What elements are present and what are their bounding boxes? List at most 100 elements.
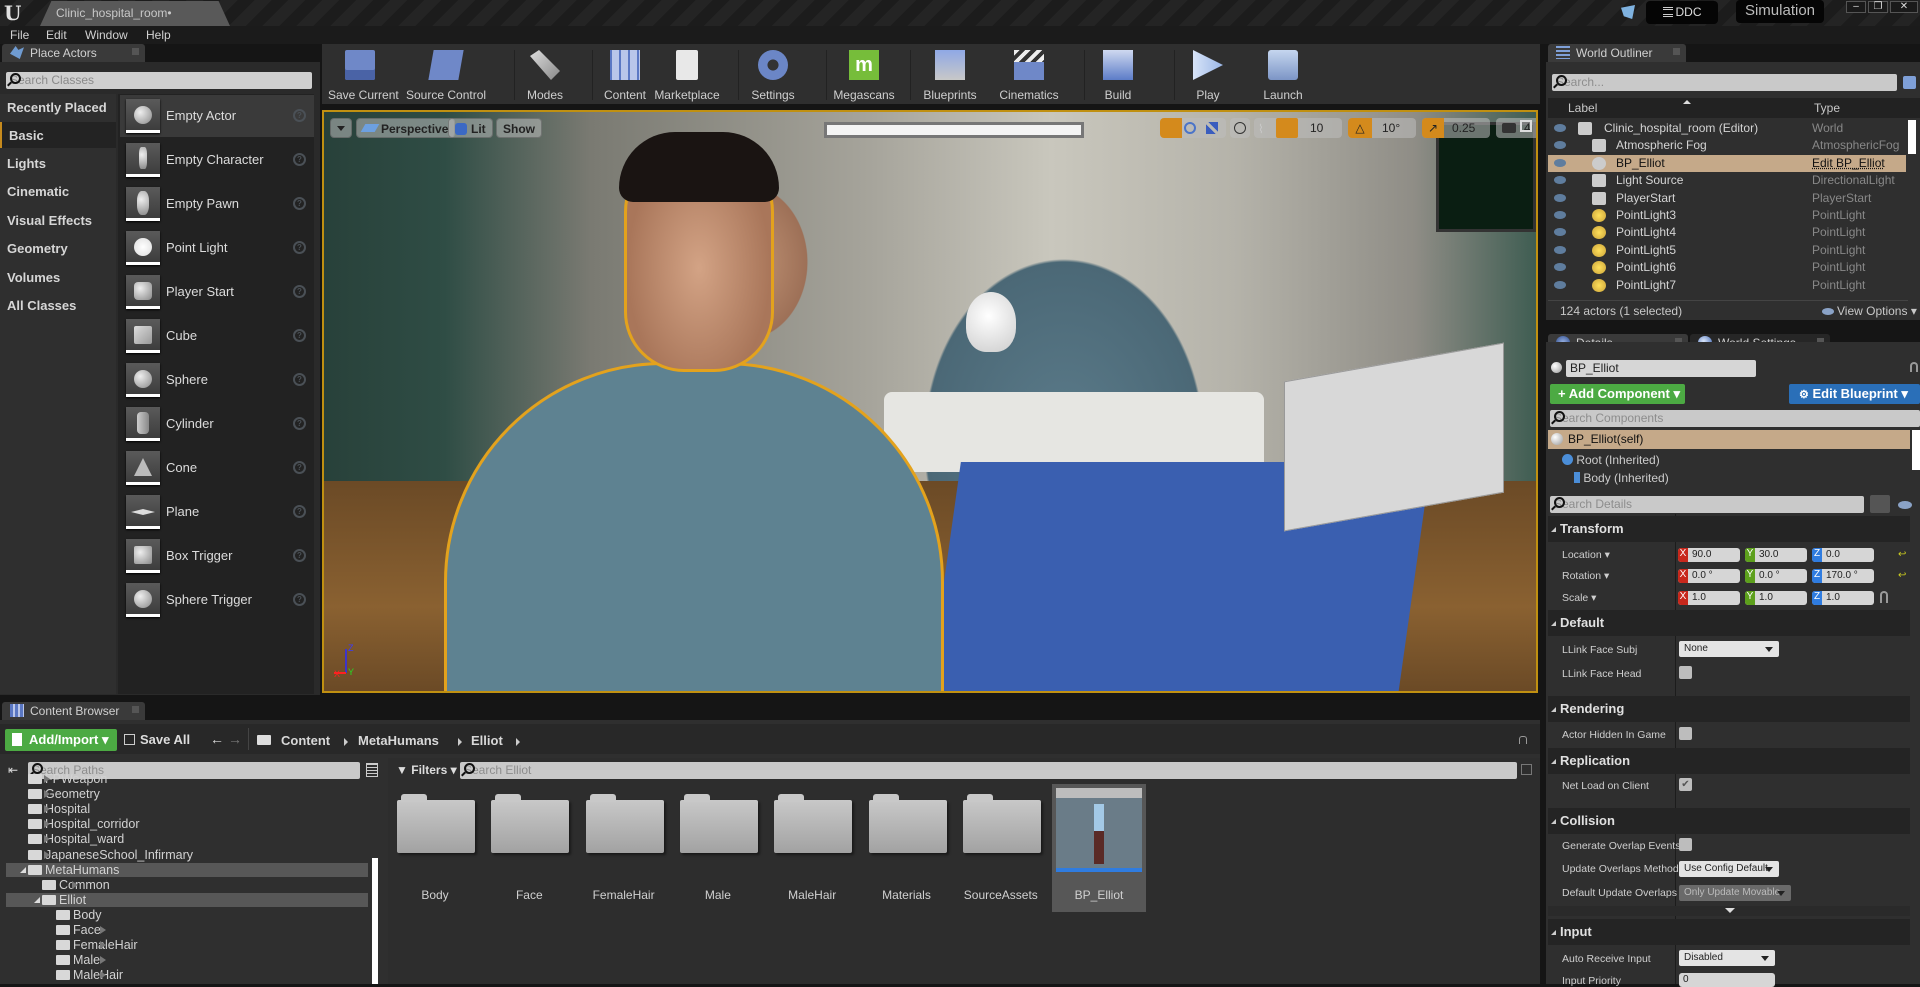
- tree-folder-common[interactable]: Common: [42, 878, 110, 892]
- reset-to-default-icon[interactable]: ↩: [1898, 570, 1906, 581]
- breadcrumb-arrow-icon[interactable]: [458, 738, 462, 746]
- rotation-z-field[interactable]: Z 170.0 °: [1812, 569, 1874, 583]
- point-light-gizmo-icon[interactable]: [966, 292, 1016, 352]
- megascans-button[interactable]: m Megascans: [832, 48, 896, 104]
- outliner-row[interactable]: Light Source DirectionalLight: [1548, 172, 1906, 189]
- tree-folder-body[interactable]: Body: [56, 908, 102, 922]
- content-button[interactable]: Content: [600, 48, 650, 104]
- path-view-options-icon[interactable]: [366, 763, 378, 777]
- search-details-input[interactable]: Search Details: [1550, 496, 1864, 513]
- close-tab-icon[interactable]: [132, 706, 139, 713]
- actor-item-sphere[interactable]: Sphere?: [120, 359, 314, 401]
- close-tab-icon[interactable]: [132, 48, 139, 55]
- scale-snap-value[interactable]: 0.25: [1452, 121, 1475, 135]
- add-import-button[interactable]: Add/Import ▾: [5, 729, 117, 751]
- location-x-field[interactable]: X 90.0: [1678, 548, 1740, 562]
- category-lights[interactable]: Lights: [0, 150, 116, 176]
- expand-arrow-icon[interactable]: [44, 835, 50, 844]
- tree-folder-elliot[interactable]: Elliot: [6, 892, 368, 907]
- actor-item-empty-character[interactable]: Empty Character?: [120, 139, 314, 181]
- tree-folder-geometry[interactable]: Geometry: [28, 787, 100, 801]
- expand-arrow-icon[interactable]: [72, 880, 78, 889]
- scale-lock-icon[interactable]: [1880, 591, 1888, 603]
- visibility-eye-icon[interactable]: [1554, 158, 1566, 167]
- reset-to-default-icon[interactable]: ↩: [1898, 549, 1906, 560]
- tree-folder-male[interactable]: Male: [56, 953, 106, 967]
- net-load-checkbox[interactable]: ✔: [1679, 778, 1692, 791]
- edit-blueprint-button[interactable]: ⚙ Edit Blueprint ▾: [1789, 384, 1920, 404]
- menu-window[interactable]: Window: [85, 28, 128, 42]
- minimize-button[interactable]: –: [1846, 1, 1866, 13]
- build-button[interactable]: Build: [1088, 48, 1148, 104]
- restore-button[interactable]: ❐: [1868, 1, 1888, 13]
- update-overlaps-dropdown[interactable]: Use Config Default: [1679, 861, 1779, 877]
- asset-tile-folder[interactable]: Male: [676, 792, 760, 912]
- scale-z-field[interactable]: Z 1.0: [1812, 591, 1874, 605]
- location-y-field[interactable]: Y 30.0: [1745, 548, 1807, 562]
- outliner-row[interactable]: PointLight3 PointLight: [1548, 207, 1906, 224]
- component-body-row[interactable]: Body (Inherited): [1574, 471, 1669, 485]
- selected-actor-bp-elliot-body[interactable]: [444, 362, 944, 691]
- actor-item-player-start[interactable]: Player Start?: [120, 271, 314, 313]
- actor-item-box-trigger[interactable]: Box Trigger?: [120, 535, 314, 577]
- expand-arrow-icon[interactable]: [44, 805, 50, 814]
- actor-item-sphere-trigger[interactable]: Sphere Trigger?: [120, 579, 314, 621]
- actor-hidden-checkbox[interactable]: [1679, 727, 1692, 740]
- section-rendering[interactable]: Rendering: [1548, 696, 1910, 722]
- component-root-row[interactable]: Root (Inherited): [1562, 453, 1660, 467]
- back-arrow-icon[interactable]: ←: [210, 731, 224, 747]
- expand-arrow-icon[interactable]: [44, 850, 50, 859]
- visibility-eye-icon[interactable]: [1554, 176, 1566, 185]
- tree-scrollbar[interactable]: [372, 858, 378, 984]
- ddc-button[interactable]: DDC: [1646, 1, 1718, 24]
- visibility-eye-icon[interactable]: [1554, 245, 1566, 254]
- actor-item-point-light[interactable]: Point Light?: [120, 227, 314, 269]
- rotation-x-field[interactable]: X 0.0 °: [1678, 569, 1740, 583]
- translate-tool-icon[interactable]: [1160, 118, 1182, 138]
- asset-tile-folder[interactable]: FemaleHair: [582, 792, 666, 912]
- asset-tile-folder[interactable]: Face: [487, 792, 571, 912]
- save-all-button[interactable]: Save All: [124, 732, 190, 747]
- category-all-classes[interactable]: All Classes: [0, 292, 116, 318]
- scale-label[interactable]: Scale ▾: [1562, 592, 1596, 604]
- actor-name-input[interactable]: BP_Elliot: [1566, 360, 1756, 377]
- asset-tile-blueprint[interactable]: BP_Elliot: [1052, 784, 1146, 912]
- source-control-button[interactable]: Source Control: [406, 48, 486, 104]
- visibility-eye-icon[interactable]: [1554, 263, 1566, 272]
- outliner-row[interactable]: BP_Elliot Edit BP_Elliot: [1548, 154, 1906, 172]
- show-button[interactable]: Show: [496, 118, 542, 138]
- content-browser-tab[interactable]: Content Browser: [2, 702, 145, 720]
- help-icon[interactable]: ?: [293, 285, 306, 298]
- help-icon[interactable]: ?: [293, 461, 306, 474]
- menu-help[interactable]: Help: [146, 28, 171, 42]
- scale-y-field[interactable]: Y 1.0: [1745, 591, 1807, 605]
- category-geometry[interactable]: Geometry: [0, 235, 116, 261]
- visibility-eye-icon[interactable]: [1554, 211, 1566, 219]
- save-current-button[interactable]: Save Current: [328, 48, 399, 104]
- llink-face-head-checkbox[interactable]: [1679, 666, 1692, 679]
- launch-button[interactable]: Launch: [1252, 48, 1314, 104]
- tree-folder-femalehair[interactable]: FemaleHair: [56, 938, 138, 952]
- maximize-viewport-icon[interactable]: [1520, 120, 1532, 132]
- world-local-toggle[interactable]: [1230, 118, 1250, 138]
- collapse-arrow-icon[interactable]: [34, 896, 40, 903]
- close-button[interactable]: ✕: [1890, 1, 1918, 13]
- section-default[interactable]: Default: [1548, 610, 1910, 636]
- collapse-sources-icon[interactable]: ⇤: [8, 763, 18, 777]
- section-replication[interactable]: Replication: [1548, 748, 1910, 774]
- expand-arrow-icon[interactable]: [44, 790, 50, 799]
- save-search-icon[interactable]: [1521, 764, 1532, 775]
- actor-item-empty-pawn[interactable]: Empty Pawn?: [120, 183, 314, 225]
- outliner-search-input[interactable]: Search...: [1552, 74, 1897, 91]
- outliner-row[interactable]: PlayerStart PlayerStart: [1548, 190, 1906, 207]
- asset-tile-folder[interactable]: Body: [393, 792, 477, 912]
- outliner-row[interactable]: PointLight5 PointLight: [1548, 242, 1906, 259]
- tree-folder-hospital[interactable]: Hospital: [28, 802, 90, 816]
- tree-folder-japaneseschool-infirmary[interactable]: JapaneseSchool_Infirmary: [28, 848, 193, 862]
- expand-arrow-icon[interactable]: [44, 820, 50, 829]
- visibility-eye-icon[interactable]: [1898, 501, 1912, 509]
- grid-snap-value[interactable]: 10: [1310, 121, 1323, 135]
- asset-tile-folder[interactable]: MaleHair: [770, 792, 854, 912]
- help-icon[interactable]: ?: [293, 153, 306, 166]
- help-icon[interactable]: ?: [293, 241, 306, 254]
